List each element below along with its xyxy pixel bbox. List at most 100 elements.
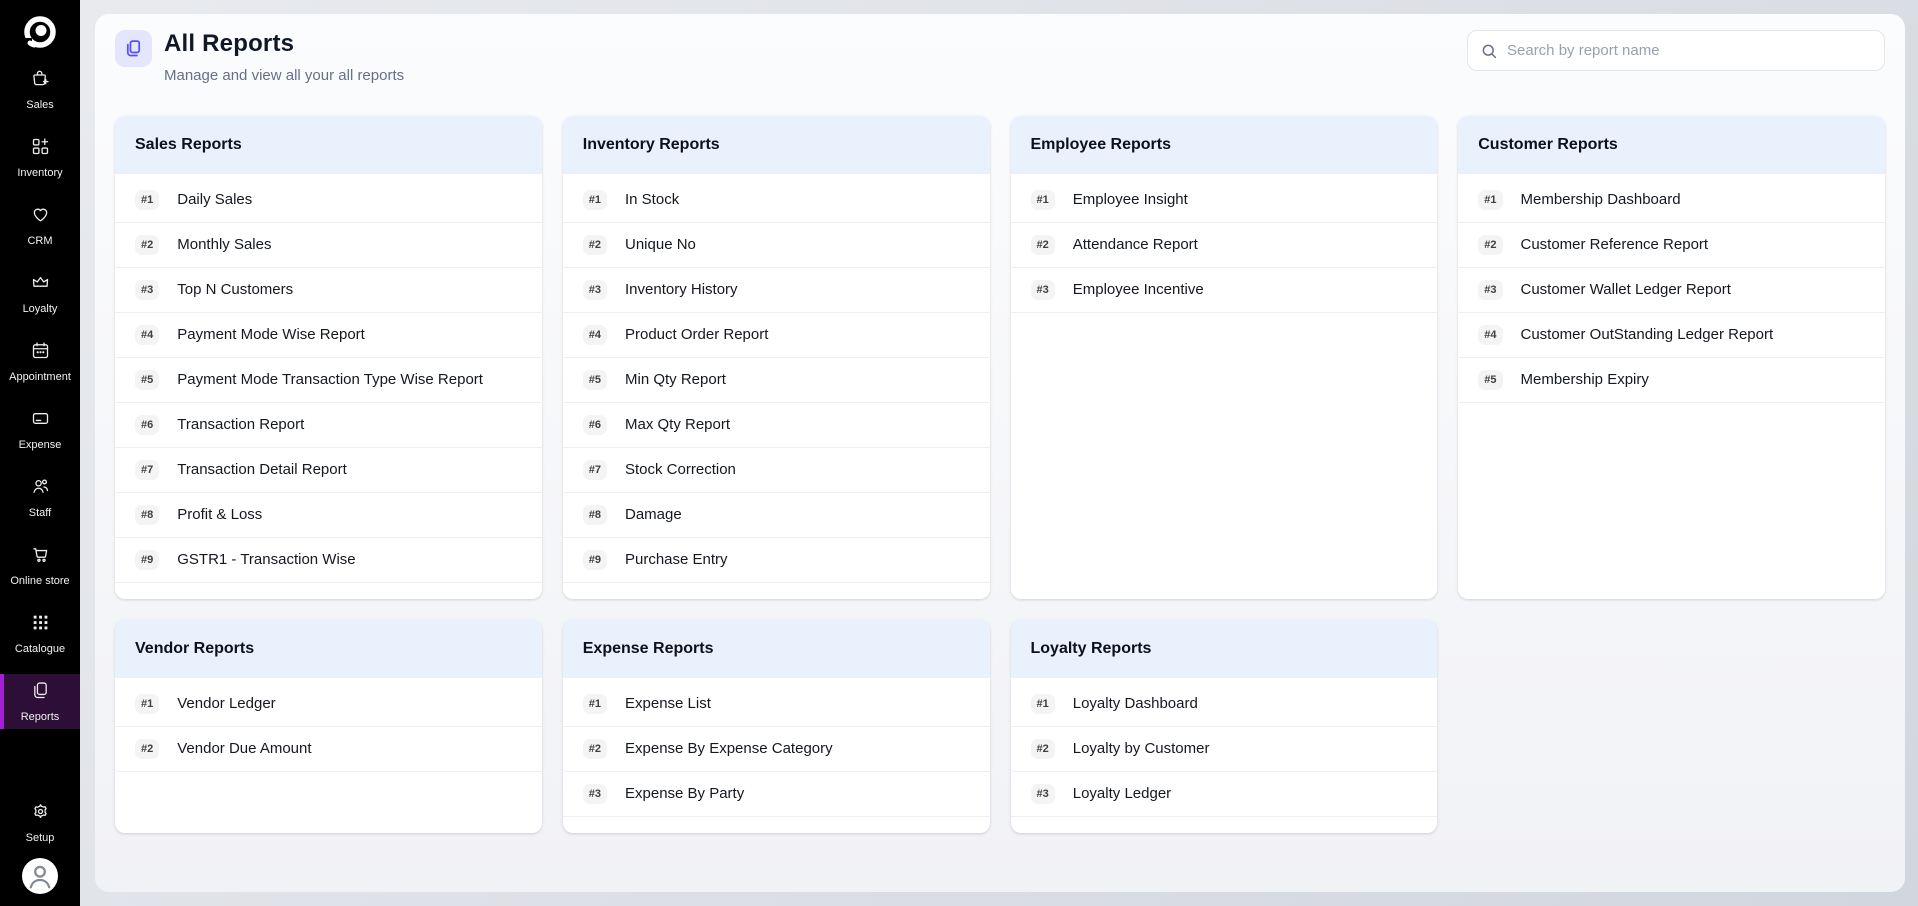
brand-logo [0, 0, 80, 62]
report-number-badge: #6 [583, 415, 607, 435]
sidebar-item-appointment[interactable]: Appointment [0, 334, 80, 389]
report-number-badge: #2 [135, 235, 159, 255]
report-row[interactable]: #1Expense List [563, 682, 990, 727]
sidebar-item-loyalty[interactable]: Loyalty [0, 266, 80, 321]
report-row[interactable]: #3Employee Incentive [1011, 268, 1438, 313]
report-name: Min Qty Report [625, 369, 726, 391]
report-name: Membership Dashboard [1521, 189, 1681, 211]
report-number-badge: #2 [135, 739, 159, 759]
report-row[interactable]: #2Unique No [563, 223, 990, 268]
report-name: Customer Wallet Ledger Report [1521, 279, 1731, 301]
report-card-loyalty-reports: Loyalty Reports#1Loyalty Dashboard#2Loya… [1011, 620, 1438, 833]
sidebar-item-expense[interactable]: Expense [0, 402, 80, 457]
report-row[interactable]: #4Product Order Report [563, 313, 990, 358]
report-list: #1 Loyalty Dashboard #2Loyalty by Customer… [1011, 678, 1438, 833]
report-row[interactable]: #7Stock Correction [563, 448, 990, 493]
sidebar-item-inventory[interactable]: Inventory [0, 130, 80, 185]
search-input[interactable] [1507, 42, 1872, 59]
report-row[interactable]: #2Loyalty by Customer [1011, 727, 1438, 772]
report-number-badge: #9 [583, 550, 607, 570]
user-avatar[interactable] [22, 858, 58, 894]
report-row[interactable]: #2Attendance Report [1011, 223, 1438, 268]
report-row[interactable]: #5 Payment Mode Transaction Type Wise Rep… [115, 358, 542, 403]
report-row[interactable]: #6Max Qty Report [563, 403, 990, 448]
report-row[interactable]: #1Membership Dashboard [1458, 178, 1885, 223]
report-row[interactable]: #6Transaction Report [115, 403, 542, 448]
report-number-badge: #7 [583, 460, 607, 480]
report-row[interactable]: #4Customer OutStanding Ledger Report [1458, 313, 1885, 358]
report-card-employee-reports: Employee Reports#1Employee Insight#2Atte… [1011, 116, 1438, 599]
report-number-badge: #5 [1478, 370, 1502, 390]
report-row[interactable]: #8Damage [563, 493, 990, 538]
report-row[interactable]: #1Vendor Ledger [115, 682, 542, 727]
report-row[interactable]: #3Customer Wallet Ledger Report [1458, 268, 1885, 313]
sidebar-item-label: Catalogue [15, 643, 65, 655]
report-row[interactable]: #3Expense By Party [563, 772, 990, 817]
report-number-badge: #2 [1478, 235, 1502, 255]
report-name: Employee Incentive [1073, 279, 1204, 301]
documents-icon [30, 680, 51, 706]
report-row[interactable]: #1 Daily Sales [115, 178, 542, 223]
sidebar-item-crm[interactable]: CRM [0, 198, 80, 253]
sidebar-nav: Sales Inventory CRM Loyalty Appointment Expen… [0, 62, 80, 742]
card-title: Sales Reports [115, 116, 542, 174]
report-row[interactable]: #7Transaction Detail Report [115, 448, 542, 493]
report-row[interactable]: #5 Min Qty Report [563, 358, 990, 403]
report-name: Loyalty Dashboard [1073, 693, 1198, 715]
report-name: Attendance Report [1073, 234, 1198, 256]
report-number-badge: #1 [135, 190, 159, 210]
page-subtitle: Manage and view all your all reports [164, 67, 404, 84]
report-row[interactable]: #5Membership Expiry [1458, 358, 1885, 403]
report-name: Loyalty by Customer [1073, 738, 1210, 760]
report-number-badge: #1 [1031, 694, 1055, 714]
report-card-inventory-reports: Inventory Reports#1In Stock#2Unique No#3… [563, 116, 990, 599]
report-name: Payment Mode Wise Report [177, 324, 365, 346]
report-row[interactable]: #1In Stock [563, 178, 990, 223]
report-row[interactable]: #2Vendor Due Amount [115, 727, 542, 772]
crown-icon [30, 272, 51, 298]
sidebar-item-label: Setup [26, 832, 55, 844]
sidebar-item-label: Sales [26, 99, 54, 111]
report-name: Daily Sales [177, 189, 252, 211]
sidebar: Sales Inventory CRM Loyalty Appointment Expen… [0, 0, 80, 906]
report-row[interactable]: #3Loyalty Ledger [1011, 772, 1438, 817]
report-name: Loyalty Ledger [1073, 783, 1171, 805]
report-card-sales-reports: Sales Reports #1 Daily Sales #2Monthly Sale… [115, 116, 542, 599]
report-row[interactable]: #9GSTR1 - Transaction Wise [115, 538, 542, 583]
sidebar-item-sales[interactable]: Sales [0, 62, 80, 117]
sidebar-item-label: Staff [29, 507, 51, 519]
report-cards-grid: Sales Reports #1 Daily Sales #2Monthly Sale… [115, 116, 1885, 833]
report-name: Payment Mode Transaction Type Wise Repor… [177, 369, 483, 391]
calendar-icon [30, 340, 51, 366]
report-row[interactable]: #8Profit & Loss [115, 493, 542, 538]
report-row[interactable]: #1 Loyalty Dashboard [1011, 682, 1438, 727]
sidebar-bottom: Setup [0, 795, 80, 906]
report-number-badge: #3 [583, 280, 607, 300]
sidebar-item-setup[interactable]: Setup [0, 795, 80, 850]
sidebar-item-catalogue[interactable]: Catalogue [0, 606, 80, 661]
report-row[interactable]: #1Employee Insight [1011, 178, 1438, 223]
sidebar-item-online-store[interactable]: Online store [0, 538, 80, 593]
report-number-badge: #5 [135, 370, 159, 390]
report-row[interactable]: #2Customer Reference Report [1458, 223, 1885, 268]
report-name: Vendor Ledger [177, 693, 275, 715]
report-row[interactable]: #2Monthly Sales [115, 223, 542, 268]
sidebar-item-label: Reports [21, 711, 60, 723]
report-row[interactable]: #3 Inventory History [563, 268, 990, 313]
sidebar-item-reports[interactable]: Reports [0, 674, 80, 729]
report-number-badge: #2 [583, 739, 607, 759]
report-number-badge: #1 [1031, 190, 1055, 210]
report-number-badge: #5 [583, 370, 607, 390]
report-number-badge: #4 [583, 325, 607, 345]
card-title: Employee Reports [1011, 116, 1438, 174]
sidebar-item-label: Online store [10, 575, 69, 587]
report-row[interactable]: #2Expense By Expense Category [563, 727, 990, 772]
report-list[interactable]: #1 Daily Sales #2Monthly Sales#3Top N Cust… [115, 174, 542, 599]
report-number-badge: #8 [583, 505, 607, 525]
report-row[interactable]: #3Top N Customers [115, 268, 542, 313]
report-name: Inventory History [625, 279, 738, 301]
report-row[interactable]: #9Purchase Entry [563, 538, 990, 583]
report-list[interactable]: #1In Stock#2Unique No #3 Inventory History… [563, 174, 990, 599]
report-row[interactable]: #4Payment Mode Wise Report [115, 313, 542, 358]
sidebar-item-staff[interactable]: Staff [0, 470, 80, 525]
